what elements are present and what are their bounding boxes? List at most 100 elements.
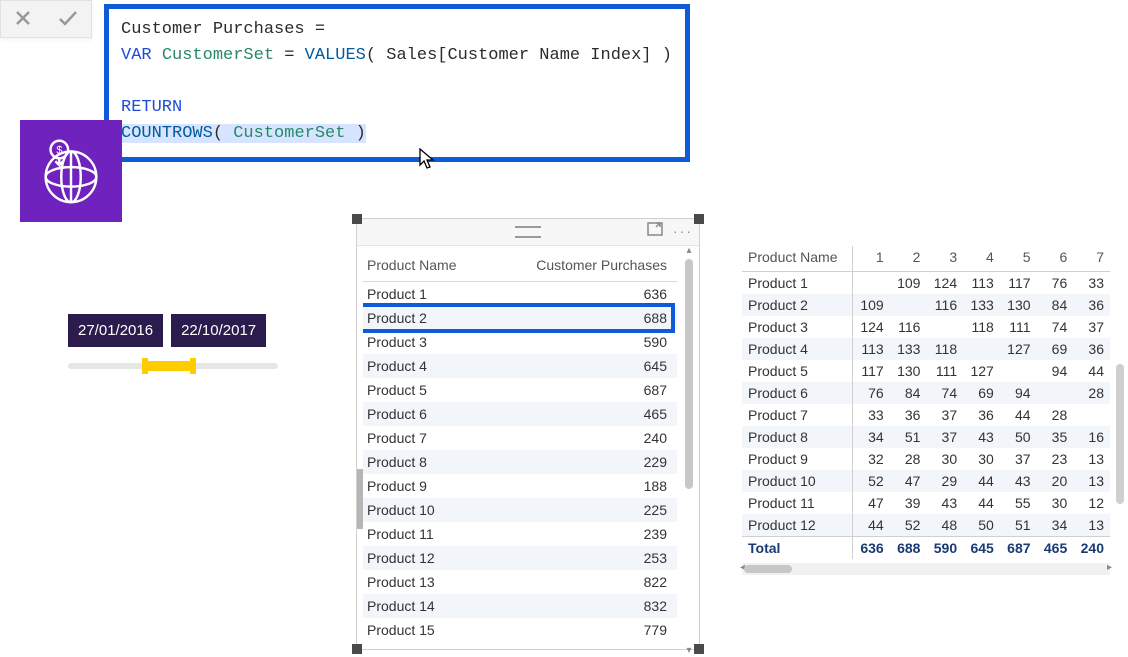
matrix-horizontal-scrollbar[interactable]: ◂ ▸ — [742, 563, 1110, 575]
table-row[interactable]: Product 8229 — [363, 450, 677, 474]
matrix-cell: 13 — [1073, 514, 1110, 537]
matrix-cell: 50 — [1000, 426, 1037, 448]
date-slicer[interactable]: 27/01/2016 22/10/2017 — [68, 314, 278, 369]
matrix-vertical-scrollbar[interactable] — [1116, 254, 1124, 557]
scroll-thumb[interactable] — [744, 565, 792, 573]
visual-header[interactable]: ··· — [357, 219, 699, 246]
matrix-cell: 117 — [1000, 272, 1037, 295]
matrix-col-header[interactable]: 5 — [1000, 246, 1037, 272]
matrix-col-header[interactable]: 7 — [1073, 246, 1110, 272]
cell-customer-purchases: 636 — [489, 282, 677, 307]
slicer-handle-start[interactable] — [142, 358, 148, 374]
matrix-total-cell: 645 — [963, 537, 1000, 560]
matrix-visual-product-cross[interactable]: Product Name1234567 Product 110912411311… — [742, 246, 1110, 575]
matrix-cell: 51 — [1000, 514, 1037, 537]
scroll-thumb[interactable] — [1116, 364, 1124, 504]
matrix-row[interactable]: Product 932283030372313 — [742, 448, 1110, 470]
cell-product-name: Product 15 — [363, 618, 489, 642]
matrix-col-header[interactable]: 4 — [963, 246, 1000, 272]
cancel-icon[interactable] — [13, 8, 33, 31]
matrix-row[interactable]: Product 1244524850513413 — [742, 514, 1110, 537]
scroll-down-icon[interactable]: ▾ — [683, 645, 695, 657]
matrix-cell: 33 — [853, 404, 890, 426]
table-row[interactable]: Product 4645 — [363, 354, 677, 378]
matrix-row-header[interactable]: Product Name — [742, 246, 853, 272]
scroll-thumb[interactable] — [685, 259, 693, 489]
slicer-track[interactable] — [68, 363, 278, 369]
focus-mode-icon[interactable] — [647, 222, 663, 239]
table-row[interactable]: Product 6465 — [363, 402, 677, 426]
cell-product-name: Product 12 — [363, 546, 489, 570]
matrix-cell: 34 — [1037, 514, 1074, 537]
matrix-row[interactable]: Product 31241161181117437 — [742, 316, 1110, 338]
matrix-col-header[interactable]: 2 — [890, 246, 927, 272]
report-logo-icon: $ — [20, 120, 122, 222]
cell-customer-purchases: 225 — [489, 498, 677, 522]
drag-handle-icon[interactable] — [515, 226, 541, 238]
table-row[interactable]: Product 2688 — [363, 306, 677, 330]
matrix-row-label: Product 9 — [742, 448, 853, 470]
matrix-col-header[interactable]: 3 — [926, 246, 963, 272]
matrix-row[interactable]: Product 6768474699428 — [742, 382, 1110, 404]
matrix-col-header[interactable]: 6 — [1037, 246, 1074, 272]
table-row[interactable]: Product 15779 — [363, 618, 677, 642]
matrix-cell: 13 — [1073, 470, 1110, 492]
matrix-cell: 37 — [926, 426, 963, 448]
matrix-total-cell: 687 — [1000, 537, 1037, 560]
matrix-row-label: Product 10 — [742, 470, 853, 492]
table-visual-customer-purchases[interactable]: ··· Product Name Customer Purchases Prod… — [356, 218, 700, 650]
matrix-cell: 74 — [1037, 316, 1074, 338]
matrix-cell: 124 — [926, 272, 963, 295]
cell-customer-purchases: 832 — [489, 594, 677, 618]
table-row[interactable]: Product 7240 — [363, 426, 677, 450]
cell-product-name: Product 7 — [363, 426, 489, 450]
table-row[interactable]: Product 11239 — [363, 522, 677, 546]
cell-product-name: Product 8 — [363, 450, 489, 474]
matrix-cell: 36 — [1073, 338, 1110, 360]
matrix-cell: 118 — [926, 338, 963, 360]
matrix-row[interactable]: Product 1147394344553012 — [742, 492, 1110, 514]
table-row[interactable]: Product 9188 — [363, 474, 677, 498]
matrix-cell: 55 — [1000, 492, 1037, 514]
matrix-row[interactable]: Product 834513743503516 — [742, 426, 1110, 448]
column-header-product-name[interactable]: Product Name — [363, 253, 489, 282]
matrix-row[interactable]: Product 7333637364428 — [742, 404, 1110, 426]
matrix-total-cell: 240 — [1073, 537, 1110, 560]
more-options-icon[interactable]: ··· — [673, 223, 693, 239]
matrix-cell — [1000, 360, 1037, 382]
scroll-up-icon[interactable]: ▴ — [683, 245, 695, 257]
matrix-cell — [963, 338, 1000, 360]
matrix-cell — [926, 316, 963, 338]
table-row[interactable]: Product 5687 — [363, 378, 677, 402]
matrix-row[interactable]: Product 41131331181276936 — [742, 338, 1110, 360]
matrix-cell: 39 — [890, 492, 927, 514]
scroll-right-icon[interactable]: ▸ — [1107, 562, 1112, 573]
table-row[interactable]: Product 3590 — [363, 330, 677, 354]
matrix-row[interactable]: Product 21091161331308436 — [742, 294, 1110, 316]
matrix-cell: 47 — [853, 492, 890, 514]
table-row[interactable]: Product 10225 — [363, 498, 677, 522]
matrix-row-label: Product 5 — [742, 360, 853, 382]
slicer-start-date[interactable]: 27/01/2016 — [68, 314, 163, 347]
measure-name: Customer Purchases — [121, 20, 305, 39]
dax-formula-bar[interactable]: Customer Purchases = VAR CustomerSet = V… — [104, 4, 690, 162]
table-row[interactable]: Product 1636 — [363, 282, 677, 307]
matrix-row[interactable]: Product 11091241131177633 — [742, 272, 1110, 295]
matrix-total-cell: 688 — [890, 537, 927, 560]
matrix-row[interactable]: Product 1052472944432013 — [742, 470, 1110, 492]
matrix-cell: 50 — [963, 514, 1000, 537]
cell-customer-purchases: 239 — [489, 522, 677, 546]
confirm-icon[interactable] — [57, 8, 79, 31]
matrix-cell: 94 — [1037, 360, 1074, 382]
matrix-cell: 111 — [1000, 316, 1037, 338]
slicer-end-date[interactable]: 22/10/2017 — [171, 314, 266, 347]
matrix-row[interactable]: Product 51171301111279444 — [742, 360, 1110, 382]
table-vertical-scrollbar[interactable]: ▴ ▾ — [683, 259, 695, 643]
slicer-handle-end[interactable] — [190, 358, 196, 374]
table-row[interactable]: Product 12253 — [363, 546, 677, 570]
column-header-customer-purchases[interactable]: Customer Purchases — [489, 253, 677, 282]
table-row[interactable]: Product 13822 — [363, 570, 677, 594]
table-row[interactable]: Product 14832 — [363, 594, 677, 618]
matrix-cell: 37 — [1000, 448, 1037, 470]
matrix-col-header[interactable]: 1 — [853, 246, 890, 272]
